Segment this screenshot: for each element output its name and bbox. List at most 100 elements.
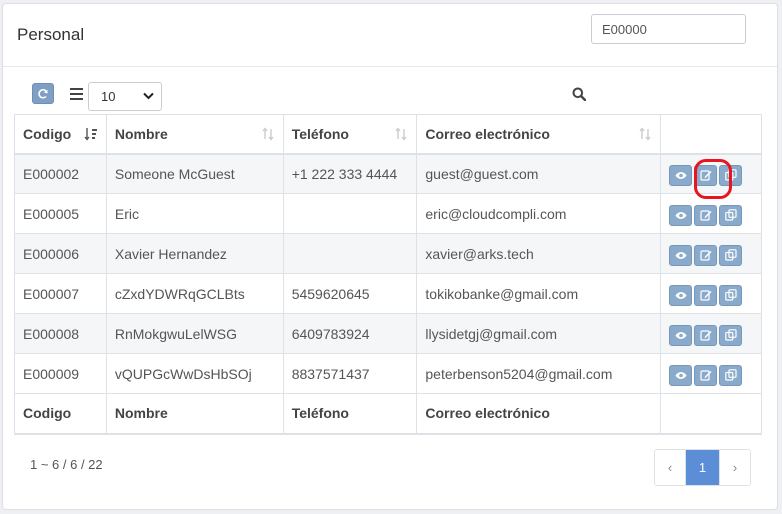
cell-telefono: 8837571437 — [282, 353, 418, 394]
eye-icon — [675, 171, 687, 179]
copy-icon — [724, 289, 737, 301]
cell-codigo: E000006 — [14, 233, 107, 274]
edit-button[interactable] — [694, 204, 718, 226]
view-button[interactable] — [669, 364, 693, 386]
cell-telefono: +1 222 333 4444 — [282, 153, 418, 194]
copy-button[interactable] — [719, 364, 743, 386]
copy-icon — [724, 329, 737, 341]
table-row: E000007 cZxdYDWRqGCLBts 5459620645 tokikoba… — [14, 273, 762, 314]
eye-icon — [675, 331, 687, 339]
edit-button[interactable] — [694, 364, 718, 386]
footer-telefono: Teléfono — [282, 393, 418, 435]
footer-nombre: Nombre — [105, 393, 284, 435]
column-header-telefono[interactable]: Teléfono — [282, 114, 418, 155]
edit-icon — [699, 210, 712, 221]
edit-button[interactable] — [694, 324, 718, 346]
edit-button[interactable] — [694, 164, 718, 186]
eye-icon — [675, 291, 687, 299]
column-header-actions — [660, 114, 762, 155]
view-button[interactable] — [669, 324, 693, 346]
view-button[interactable] — [669, 164, 693, 186]
column-header-correo[interactable]: Correo electrónico — [416, 114, 662, 155]
cell-nombre: Xavier Hernandez — [105, 233, 284, 274]
row-actions — [660, 353, 762, 394]
cell-codigo: E000008 — [14, 313, 107, 354]
cell-nombre: Eric — [105, 193, 284, 234]
footer-correo: Correo electrónico — [416, 393, 662, 435]
refresh-icon — [38, 88, 48, 99]
copy-icon — [724, 209, 737, 221]
row-actions — [660, 313, 762, 354]
edit-button[interactable] — [694, 284, 718, 306]
row-actions — [660, 273, 762, 314]
cell-nombre: cZxdYDWRqGCLBts — [105, 273, 284, 314]
page-size-value: 10 — [101, 89, 116, 104]
table-header-row: Codigo Nombre Teléfono Correo electrónic… — [14, 114, 762, 155]
view-button[interactable] — [669, 244, 693, 266]
cell-codigo: E000009 — [14, 353, 107, 394]
edit-icon — [699, 330, 712, 341]
table-row: E000008 RnMokgwuLelWSG 6409783924 llysidetg… — [14, 313, 762, 354]
sort-icon — [262, 127, 274, 141]
copy-icon — [724, 169, 737, 181]
search-input[interactable] — [591, 14, 746, 44]
copy-button[interactable] — [719, 324, 743, 346]
column-header-codigo[interactable]: Codigo — [14, 114, 107, 155]
cell-correo: xavier@arks.tech — [416, 233, 662, 274]
eye-icon — [675, 371, 687, 379]
page-title: Personal — [17, 25, 85, 44]
cell-nombre: Someone McGuest — [105, 153, 284, 194]
edit-icon — [699, 250, 712, 261]
cell-correo: llysidetgj@gmail.com — [416, 313, 662, 354]
cell-codigo: E000007 — [14, 273, 107, 314]
cell-correo: guest@guest.com — [416, 153, 662, 194]
eye-icon — [675, 251, 687, 259]
pagination-next[interactable]: › — [719, 450, 750, 485]
sort-asc-icon — [84, 128, 97, 141]
copy-button[interactable] — [719, 284, 743, 306]
copy-button[interactable] — [719, 244, 743, 266]
column-header-nombre[interactable]: Nombre — [105, 114, 284, 155]
copy-button[interactable] — [719, 164, 743, 186]
cell-telefono — [282, 233, 418, 274]
table-toolbar: 10 — [3, 67, 777, 118]
list-icon[interactable] — [70, 88, 83, 100]
eye-icon — [675, 211, 687, 219]
table-row: E000006 Xavier Hernandez xavier@arks.tech — [14, 233, 762, 274]
table-row: E000005 Eric eric@cloudcompli.com — [14, 193, 762, 234]
copy-icon — [724, 369, 737, 381]
sort-icon — [639, 127, 651, 141]
sort-icon — [395, 127, 407, 141]
pagination-page-1[interactable]: 1 — [686, 450, 719, 485]
edit-icon — [699, 370, 712, 381]
refresh-button[interactable] — [32, 83, 54, 104]
cell-telefono — [282, 193, 418, 234]
cell-correo: peterbenson5204@gmail.com — [416, 353, 662, 394]
cell-codigo: E000002 — [14, 153, 107, 194]
cell-correo: tokikobanke@gmail.com — [416, 273, 662, 314]
cell-codigo: E000005 — [14, 193, 107, 234]
view-button[interactable] — [669, 284, 693, 306]
cell-telefono: 6409783924 — [282, 313, 418, 354]
cell-telefono: 5459620645 — [282, 273, 418, 314]
table-body: E000002 Someone McGuest +1 222 333 4444 gue… — [14, 153, 762, 394]
edit-icon — [699, 290, 712, 301]
pagination-prev[interactable]: ‹ — [655, 450, 686, 485]
chevron-down-icon — [143, 92, 154, 100]
footer-actions — [660, 393, 762, 435]
cell-correo: eric@cloudcompli.com — [416, 193, 662, 234]
footer-codigo: Codigo — [14, 393, 107, 435]
row-actions — [660, 193, 762, 234]
page-size-select[interactable]: 10 — [88, 82, 162, 111]
pagination-info: 1 ~ 6 / 6 / 22 — [30, 457, 103, 472]
edit-icon — [699, 170, 712, 181]
edit-button[interactable] — [694, 244, 718, 266]
row-actions — [660, 233, 762, 274]
copy-button[interactable] — [719, 204, 743, 226]
table-row: E000009 vQUPGcWwDsHbSOj 8837571437 peterben… — [14, 353, 762, 394]
cell-nombre: RnMokgwuLelWSG — [105, 313, 284, 354]
pagination: ‹ 1 › — [654, 449, 751, 486]
cell-nombre: vQUPGcWwDsHbSOj — [105, 353, 284, 394]
view-button[interactable] — [669, 204, 693, 226]
table-footer-row: Codigo Nombre Teléfono Correo electrónic… — [14, 393, 762, 435]
